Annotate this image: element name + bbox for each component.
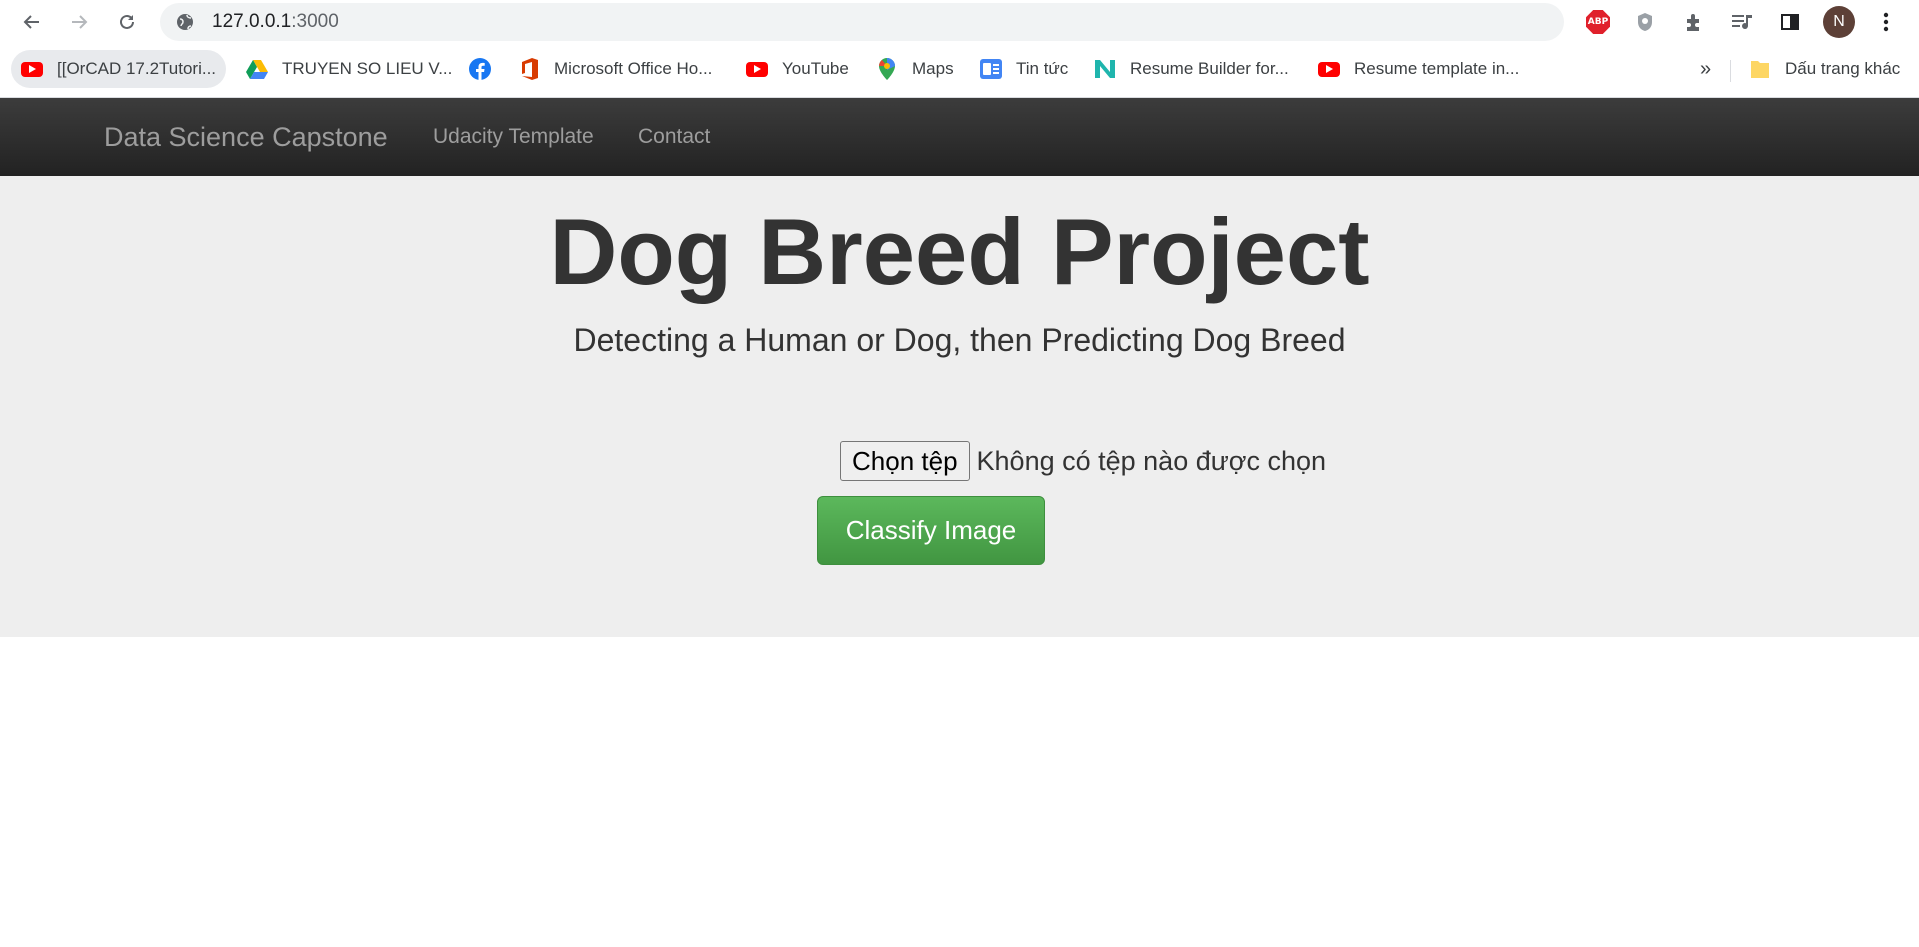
more-bookmarks-button[interactable]: » (1700, 50, 1711, 88)
maps-icon (876, 58, 898, 80)
nav-link-contact[interactable]: Contact (638, 98, 710, 176)
bookmark-youtube[interactable]: YouTube (746, 50, 849, 88)
reload-icon (120, 14, 134, 29)
bookmark-label: Maps (912, 59, 954, 78)
page-title: Dog Breed Project (549, 199, 1370, 304)
adblock-plus-extension[interactable]: ABP (1584, 8, 1612, 36)
bookmark-label: Resume Builder for... (1130, 59, 1289, 78)
other-bookmarks-folder[interactable]: Dấu trang khác (1749, 50, 1900, 88)
google-drive-icon (246, 58, 268, 80)
bookmark-truyen-so-lieu[interactable]: TRUYEN SO LIEU V... (246, 50, 452, 88)
bookmark-orcad[interactable]: [[OrCAD 17.2Tutori... (11, 50, 227, 88)
reload-button[interactable] (111, 6, 143, 38)
youtube-icon (746, 58, 768, 80)
youtube-icon (21, 58, 43, 80)
globe-icon (177, 14, 193, 30)
puzzle-icon (1687, 14, 1699, 31)
bookmark-resume-template[interactable]: Resume template in... (1318, 50, 1519, 88)
url-port: :3000 (291, 11, 339, 32)
other-bookmarks-label: Dấu trang khác (1785, 59, 1901, 78)
navbar-brand[interactable]: Data Science Capstone (104, 98, 388, 176)
browser-toolbar: 127.0.0.1:3000 ABP N (0, 0, 1919, 44)
browser-menu-button[interactable] (1872, 8, 1900, 36)
bookmark-tin-tuc[interactable]: Tin tức (980, 50, 1068, 88)
profile-avatar[interactable]: N (1823, 6, 1855, 38)
forward-button[interactable] (63, 6, 95, 38)
bookmark-label: [[OrCAD 17.2Tutori... (57, 59, 217, 78)
nav-link-udacity-template[interactable]: Udacity Template (433, 98, 594, 176)
bookmark-maps[interactable]: Maps (876, 50, 954, 88)
youtube-icon (1318, 58, 1340, 80)
forward-arrow-icon (72, 15, 88, 29)
url-host: 127.0.0.1 (212, 11, 292, 32)
file-status-text: Không có tệp nào được chọn (976, 445, 1327, 476)
extensions-button[interactable] (1680, 8, 1708, 36)
url-text: 127.0.0.1:3000 (212, 3, 339, 41)
shield-extension[interactable] (1631, 8, 1659, 36)
address-bar[interactable]: 127.0.0.1:3000 (160, 3, 1564, 41)
bookmark-label: YouTube (782, 59, 849, 78)
page-subtitle: Detecting a Human or Dog, then Predictin… (573, 322, 1346, 358)
bookmark-microsoft-office[interactable]: Microsoft Office Ho... (518, 50, 712, 88)
bookmark-label: Tin tức (1016, 59, 1069, 78)
google-news-icon (980, 58, 1002, 80)
back-arrow-icon (23, 15, 39, 29)
bookmarks-divider (1730, 60, 1731, 82)
facebook-icon (469, 58, 491, 80)
bookmark-facebook[interactable] (469, 50, 491, 88)
bookmark-resume-builder[interactable]: Resume Builder for... (1094, 50, 1289, 88)
classify-image-button[interactable]: Classify Image (817, 496, 1045, 565)
bookmark-label: TRUYEN SO LIEU V... (282, 59, 453, 78)
media-controls-button[interactable] (1728, 8, 1756, 36)
jumbotron: Dog Breed Project Detecting a Human or D… (0, 176, 1919, 637)
queue-music-icon (1732, 15, 1752, 30)
office-icon (518, 58, 540, 80)
site-navbar: Data Science Capstone Udacity Template C… (0, 98, 1919, 176)
file-input[interactable]: Chọn tệp Không có tệp nào được chọn (840, 441, 1326, 481)
adblock-plus-icon: ABP (1586, 10, 1610, 34)
choose-file-button[interactable]: Chọn tệp (840, 441, 970, 481)
novoresume-icon (1094, 58, 1116, 80)
side-panel-icon (1781, 14, 1799, 30)
bookmark-label: Microsoft Office Ho... (554, 59, 713, 78)
folder-icon (1749, 58, 1771, 80)
back-button[interactable] (16, 6, 48, 38)
shield-icon (1638, 13, 1652, 31)
bookmark-label: Resume template in... (1354, 59, 1520, 78)
kebab-menu-icon (1883, 12, 1889, 32)
side-panel-button[interactable] (1776, 8, 1804, 36)
bookmarks-bar: [[OrCAD 17.2Tutori... TRUYEN SO LIEU V..… (0, 48, 1919, 90)
